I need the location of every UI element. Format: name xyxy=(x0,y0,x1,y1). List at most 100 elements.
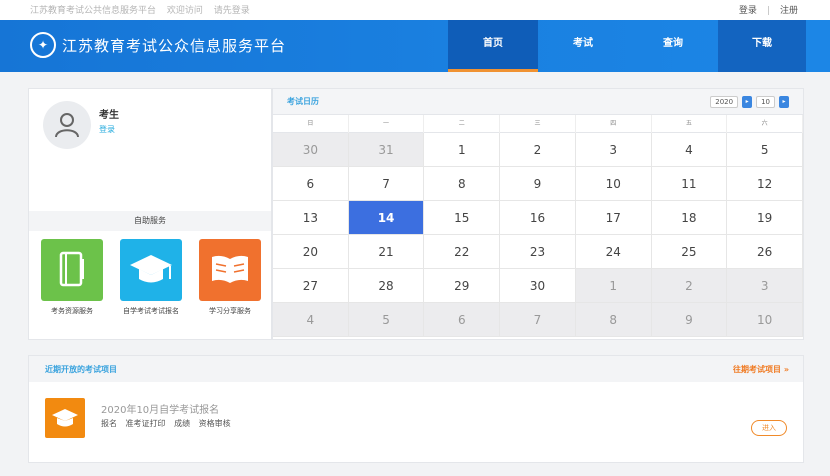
exam-tag[interactable]: 准考证打印 xyxy=(126,419,166,428)
nav-exams[interactable]: 考试 xyxy=(538,20,628,72)
nav-home[interactable]: 首页 xyxy=(448,20,538,72)
register-link[interactable]: 注册 xyxy=(780,6,798,16)
exams-title: 近期开放的考试项目 xyxy=(45,365,117,374)
weekday-label: 三 xyxy=(500,115,576,133)
service-learning-share[interactable]: 学习分享服务 xyxy=(199,239,261,316)
service-label: 学习分享服务 xyxy=(209,307,251,315)
exam-tag[interactable]: 报名 xyxy=(101,419,117,428)
calendar-day[interactable]: 10 xyxy=(727,303,803,337)
calendar-day[interactable]: 23 xyxy=(500,235,576,269)
calendar-day[interactable]: 24 xyxy=(575,235,652,269)
calendar-day[interactable]: 10 xyxy=(575,167,652,201)
calendar-day[interactable]: 12 xyxy=(727,167,803,201)
calendar-day[interactable]: 2 xyxy=(651,269,728,303)
welcome-part: 江苏教育考试公共信息服务平台 xyxy=(30,6,157,16)
calendar-day[interactable]: 18 xyxy=(651,201,728,235)
calendar-day[interactable]: 9 xyxy=(651,303,728,337)
login-link[interactable]: 登录 xyxy=(739,6,757,16)
calendar-day[interactable]: 19 xyxy=(727,201,803,235)
logo-icon[interactable]: ✦ xyxy=(30,32,56,58)
calendar-day[interactable]: 6 xyxy=(424,303,501,337)
account-links: 登录 | 注册 xyxy=(739,3,798,16)
calendar-day[interactable]: 1 xyxy=(424,133,501,167)
calendar-day[interactable]: 26 xyxy=(727,235,803,269)
calendar-day[interactable]: 28 xyxy=(348,269,425,303)
book-icon[interactable] xyxy=(199,239,261,301)
avatar[interactable] xyxy=(43,101,91,149)
calendar-day[interactable]: 11 xyxy=(651,167,728,201)
weekday-label: 日 xyxy=(273,115,349,133)
weekday-label: 一 xyxy=(349,115,425,133)
calendar-day[interactable]: 1 xyxy=(575,269,652,303)
calendar-day[interactable]: 20 xyxy=(273,235,349,269)
welcome-part: 请先登录 xyxy=(213,6,250,16)
service-self-study[interactable]: 自学考试考试报名 xyxy=(120,239,182,316)
calendar-grid: 30 31 1 2 3 4 5 6 7 8 9 10 11 12 13 14 15 16 17 18 19 20 21 22 2… xyxy=(273,133,803,337)
weekday-label: 二 xyxy=(424,115,501,133)
graduation-cap-icon[interactable] xyxy=(120,239,182,301)
calendar-day[interactable]: 21 xyxy=(348,235,425,269)
exam-calendar: 考试日历 2020 ▸ 10 ▸ 日一二三四五六 30 31 1 2 3 4 5 6 7 8 9 10… xyxy=(272,88,804,340)
exam-name[interactable]: 2020年10月自学考试报名 xyxy=(101,401,219,416)
calendar-day[interactable]: 4 xyxy=(273,303,349,337)
calendar-title: 考试日历 xyxy=(287,97,319,106)
calendar-day[interactable]: 30 xyxy=(500,269,576,303)
calendar-day[interactable]: 17 xyxy=(575,201,652,235)
site-header: ✦ 江苏教育考试公众信息服务平台 首页 考试 查询 下载 xyxy=(0,20,830,72)
calendar-controls: 2020 ▸ 10 ▸ xyxy=(708,96,791,108)
calendar-day-today[interactable]: 14 xyxy=(348,201,425,235)
past-exams-link[interactable]: 往期考试项目 » xyxy=(733,364,789,375)
calendar-day[interactable]: 3 xyxy=(727,269,803,303)
calendar-header: 考试日历 2020 ▸ 10 ▸ xyxy=(273,89,803,115)
weekday-label: 四 xyxy=(576,115,652,133)
weekday-label: 五 xyxy=(652,115,728,133)
calendar-day[interactable]: 5 xyxy=(348,303,425,337)
graduation-cap-icon xyxy=(45,398,85,438)
service-label: 考务资源服务 xyxy=(51,307,93,315)
services-heading: 自助服务 xyxy=(29,211,271,231)
site-title[interactable]: 江苏教育考试公众信息服务平台 xyxy=(62,35,286,56)
month-select[interactable]: 10 xyxy=(756,96,775,108)
year-next-button[interactable]: ▸ xyxy=(742,96,753,108)
main-nav: 首页 考试 查询 下载 xyxy=(448,20,806,72)
welcome-part: 欢迎访问 xyxy=(166,6,203,16)
calendar-day[interactable]: 5 xyxy=(727,133,803,167)
nav-query[interactable]: 查询 xyxy=(628,20,718,72)
login-link[interactable]: 登录 xyxy=(99,124,115,135)
enter-button[interactable]: 进入 xyxy=(751,420,787,436)
main-area: 考生 登录 自助服务 考务资源服务 自学考试考试报名 学习分享服务 考试日历 2… xyxy=(28,88,804,340)
calendar-day[interactable]: 15 xyxy=(424,201,501,235)
nav-download[interactable]: 下载 xyxy=(718,20,806,72)
exams-header: 近期开放的考试项目 往期考试项目 » xyxy=(29,356,803,382)
user-name: 考生 xyxy=(99,110,119,121)
calendar-day[interactable]: 25 xyxy=(651,235,728,269)
calendar-day[interactable]: 30 xyxy=(273,133,349,167)
calendar-day[interactable]: 8 xyxy=(424,167,501,201)
calendar-day[interactable]: 29 xyxy=(424,269,501,303)
calendar-day[interactable]: 31 xyxy=(348,133,425,167)
calendar-day[interactable]: 9 xyxy=(500,167,576,201)
weekday-label: 六 xyxy=(727,115,803,133)
exam-tag[interactable]: 成绩 xyxy=(174,419,190,428)
calendar-day[interactable]: 16 xyxy=(500,201,576,235)
calendar-day[interactable]: 7 xyxy=(500,303,576,337)
year-select[interactable]: 2020 xyxy=(710,96,739,108)
calendar-day[interactable]: 2 xyxy=(500,133,576,167)
calendar-day[interactable]: 6 xyxy=(273,167,349,201)
welcome-text: 江苏教育考试公共信息服务平台 欢迎访问 请先登录 xyxy=(30,3,258,16)
calendar-day[interactable]: 13 xyxy=(273,201,349,235)
document-icon[interactable] xyxy=(41,239,103,301)
calendar-day[interactable]: 22 xyxy=(424,235,501,269)
profile-panel: 考生 登录 自助服务 考务资源服务 自学考试考试报名 学习分享服务 xyxy=(28,88,272,340)
month-next-button[interactable]: ▸ xyxy=(779,96,789,108)
open-exams-panel: 近期开放的考试项目 往期考试项目 » 2020年10月自学考试报名 报名 准考证… xyxy=(28,355,804,463)
exam-tags: 报名 准考证打印 成绩 资格审核 xyxy=(101,418,237,429)
calendar-day[interactable]: 27 xyxy=(273,269,349,303)
calendar-day[interactable]: 7 xyxy=(348,167,425,201)
calendar-day[interactable]: 3 xyxy=(575,133,652,167)
calendar-day[interactable]: 4 xyxy=(651,133,728,167)
exam-tag[interactable]: 资格审核 xyxy=(199,419,231,428)
calendar-day[interactable]: 8 xyxy=(575,303,652,337)
top-bar: 江苏教育考试公共信息服务平台 欢迎访问 请先登录 登录 | 注册 xyxy=(0,0,830,20)
service-exam-resources[interactable]: 考务资源服务 xyxy=(41,239,103,316)
